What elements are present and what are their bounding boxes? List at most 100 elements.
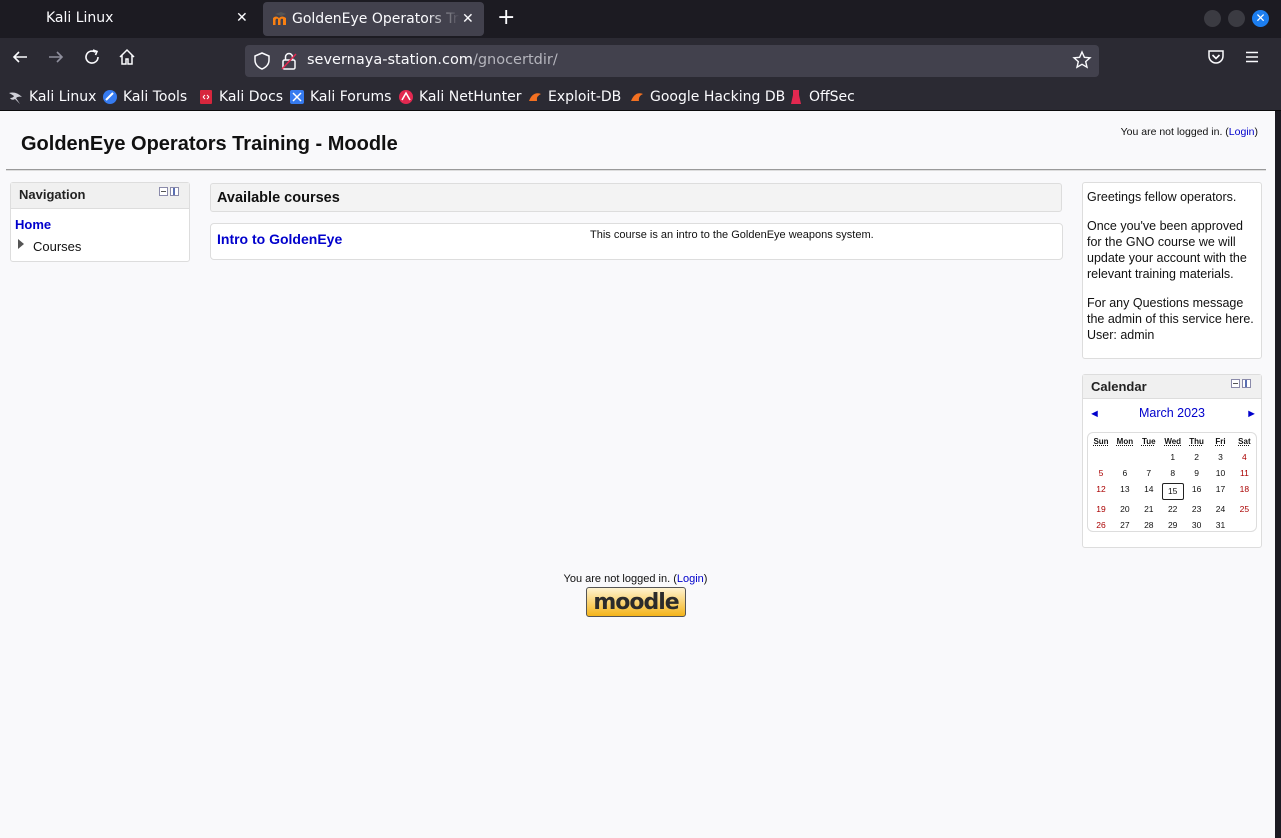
calendar-day: 24 xyxy=(1215,504,1226,514)
nav-toolbar: severnaya-station.com/gnocertdir/ xyxy=(0,38,1281,82)
login-info: You are not logged in. (Login) xyxy=(1120,126,1258,138)
footer-login-info: You are not logged in. (Login) xyxy=(563,573,708,585)
calendar-day: 30 xyxy=(1191,520,1202,530)
calendar-day: 25 xyxy=(1239,504,1250,514)
collapse-block-icon[interactable] xyxy=(159,187,168,196)
tab-kali-linux[interactable]: Kali Linux ✕ xyxy=(0,0,258,36)
calendar-grid: Sun Mon Tue Wed Thu Fri Sat 1 2 3 4 5 6 7 8 9 10 11 12 13 14… xyxy=(1087,432,1257,532)
calendar-day: 16 xyxy=(1191,484,1202,494)
calendar-month-link: March 2023 xyxy=(1138,406,1205,420)
course-summary: This course is an intro to the GoldenEye… xyxy=(590,229,874,241)
bookmarks-toolbar: Kali Linux Kali Tools Kali Docs Kali For… xyxy=(0,82,1281,111)
hamburger-menu-icon[interactable] xyxy=(1240,48,1264,72)
forward-arrow-icon[interactable] xyxy=(44,48,68,72)
expand-arrow-icon[interactable] xyxy=(18,239,24,249)
kali-tools-icon xyxy=(103,90,117,104)
window-close-icon[interactable]: ✕ xyxy=(1252,10,1269,27)
moodle-favicon-icon xyxy=(273,12,286,25)
calendar-day: 23 xyxy=(1191,504,1202,514)
tab-title: GoldenEye Operators Training - Moodle xyxy=(292,11,460,27)
calendar-weekday-header: Fri xyxy=(1215,437,1226,446)
calendar-day: 18 xyxy=(1239,484,1250,494)
minimize-icon[interactable] xyxy=(1204,10,1221,27)
calendar-day: 22 xyxy=(1167,504,1178,514)
calendar-day: 6 xyxy=(1122,468,1128,478)
calendar-day: 12 xyxy=(1096,484,1106,494)
tab-goldeneye[interactable]: GoldenEye Operators Training - Moodle ✕ xyxy=(263,2,484,36)
page-title: GoldenEye Operators Training - Moodle xyxy=(21,133,398,155)
calendar-today: 15 xyxy=(1161,483,1184,500)
url-text[interactable]: severnaya-station.com/gnocertdir/ xyxy=(307,52,558,68)
tab-close-icon[interactable]: ✕ xyxy=(462,11,474,27)
bookmark-kali-nethunter[interactable]: Kali NetHunter xyxy=(398,87,521,107)
calendar-day: 20 xyxy=(1120,504,1130,514)
reload-icon[interactable] xyxy=(80,48,104,72)
calendar-day: 7 xyxy=(1146,468,1152,478)
kali-forums-icon xyxy=(290,90,304,104)
dock-block-icon[interactable] xyxy=(1242,379,1251,388)
dock-block-icon[interactable] xyxy=(170,187,179,196)
kali-docs-icon xyxy=(200,90,212,104)
bookmark-google-hacking-db[interactable]: Google Hacking DB xyxy=(629,87,785,107)
url-bar[interactable]: severnaya-station.com/gnocertdir/ xyxy=(245,45,1099,77)
calendar-day: 21 xyxy=(1144,504,1154,514)
calendar-weekday-header: Mon xyxy=(1116,437,1134,446)
home-icon[interactable] xyxy=(115,48,139,72)
bookmark-kali-forums[interactable]: Kali Forums xyxy=(289,87,391,107)
calendar-day: 29 xyxy=(1167,520,1178,530)
calendar-weekday-header: Sun xyxy=(1093,437,1109,446)
tab-close-icon[interactable]: ✕ xyxy=(236,10,248,26)
footer-login-link[interactable]: Login xyxy=(677,573,704,585)
calendar-day: 19 xyxy=(1096,504,1106,514)
bookmark-offsec[interactable]: OffSec xyxy=(788,87,855,107)
maximize-icon[interactable] xyxy=(1228,10,1245,27)
nav-courses-item[interactable]: Courses xyxy=(33,239,81,254)
calendar-day: 14 xyxy=(1144,484,1154,494)
offsec-icon xyxy=(791,90,801,104)
pocket-icon[interactable] xyxy=(1204,48,1228,72)
tracking-shield-icon[interactable] xyxy=(253,52,271,70)
greeting-text: Once you've been approved for the GNO co… xyxy=(1087,219,1247,281)
nav-home-link[interactable]: Home xyxy=(15,217,51,232)
calendar-day: 10 xyxy=(1215,468,1226,478)
kali-dragon-icon xyxy=(9,92,22,104)
insecure-lock-icon[interactable] xyxy=(281,52,297,70)
nethunter-icon xyxy=(399,90,413,104)
calendar-day: 27 xyxy=(1120,520,1130,530)
back-arrow-icon[interactable] xyxy=(8,48,32,72)
calendar-day: 31 xyxy=(1215,520,1226,530)
ghdb-icon xyxy=(631,93,643,101)
calendar-weekday-header: Thu xyxy=(1189,437,1204,446)
calendar-day: 28 xyxy=(1144,520,1154,530)
bookmark-star-icon[interactable] xyxy=(1072,50,1092,70)
navigation-block-header: Navigation xyxy=(11,183,189,209)
greeting-text: For any Questions message the admin of t… xyxy=(1087,296,1254,342)
bookmark-kali-tools[interactable]: Kali Tools xyxy=(102,87,187,107)
bookmark-kali-linux[interactable]: Kali Linux xyxy=(8,87,96,107)
bookmark-kali-docs[interactable]: Kali Docs xyxy=(198,87,283,107)
calendar-day: 3 xyxy=(1218,452,1223,462)
calendar-next-month-icon[interactable]: ► xyxy=(1246,408,1257,420)
calendar-day: 17 xyxy=(1215,484,1226,494)
calendar-day: 9 xyxy=(1194,468,1199,478)
calendar-day: 11 xyxy=(1239,468,1249,478)
calendar-block: Calendar ◄ March 2023 ► Sun Mon Tue Wed Thu F… xyxy=(1082,374,1262,548)
course-link[interactable]: Intro to GoldenEye xyxy=(217,231,342,247)
moodle-logo[interactable]: moodle xyxy=(586,587,686,617)
calendar-day: 8 xyxy=(1170,468,1176,478)
tab-bar: Kali Linux ✕ GoldenEye Operators Trainin… xyxy=(0,0,1281,38)
greeting-text: Greetings fellow operators. xyxy=(1087,190,1237,204)
available-courses-heading: Available courses xyxy=(210,183,1062,212)
calendar-weekday-header: Wed xyxy=(1164,437,1182,446)
bookmark-exploit-db[interactable]: Exploit-DB xyxy=(527,87,621,107)
header-divider xyxy=(6,169,1266,171)
tab-title: Kali Linux xyxy=(46,10,114,26)
window-edge xyxy=(1275,111,1281,838)
calendar-day: 2 xyxy=(1194,452,1199,462)
collapse-block-icon[interactable] xyxy=(1231,379,1240,388)
calendar-weekday-header: Tue xyxy=(1141,437,1156,446)
calendar-day: 26 xyxy=(1096,520,1106,530)
calendar-day: 13 xyxy=(1120,484,1130,494)
new-tab-icon[interactable]: + xyxy=(497,6,515,30)
login-link[interactable]: Login xyxy=(1229,126,1255,138)
